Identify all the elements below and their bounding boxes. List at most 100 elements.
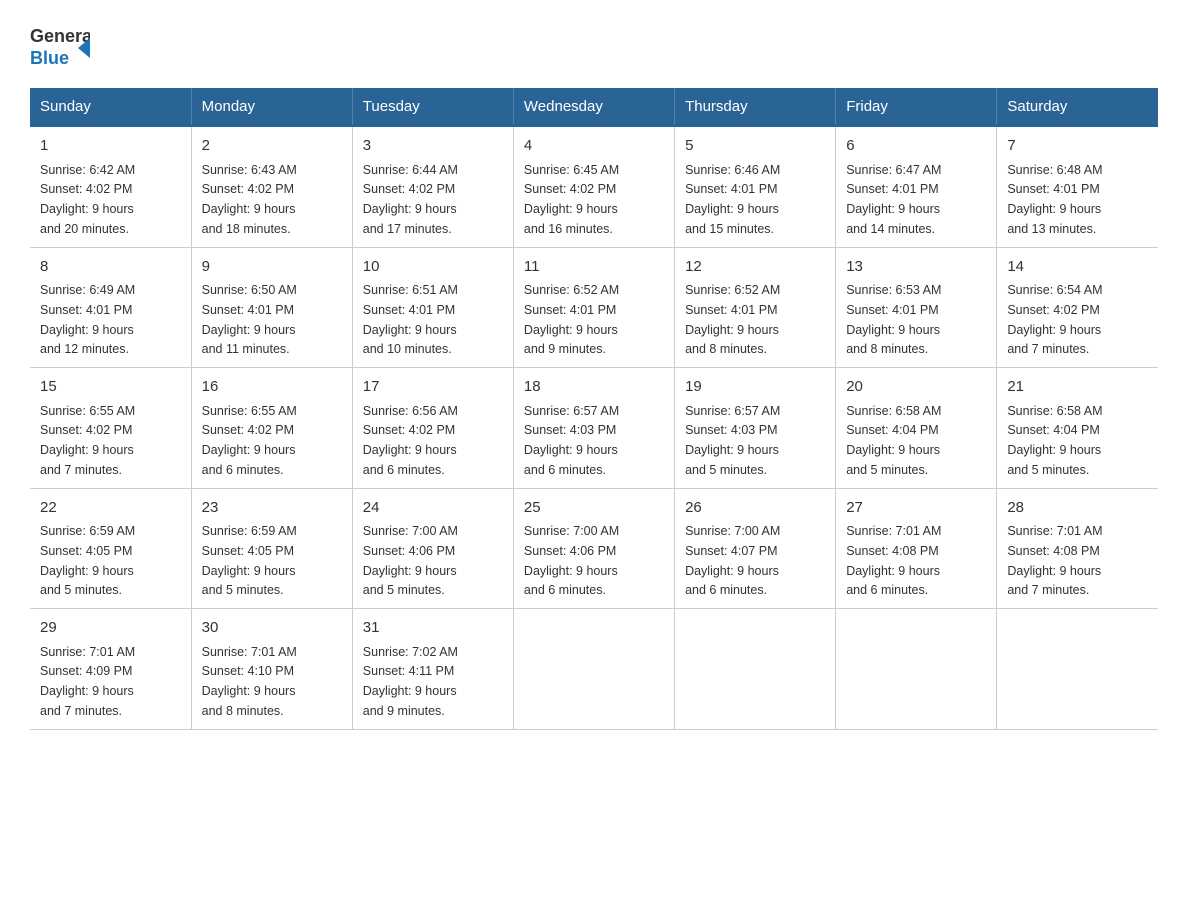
day-info: Sunrise: 7:00 AMSunset: 4:06 PMDaylight:…: [524, 524, 619, 597]
day-info: Sunrise: 6:57 AMSunset: 4:03 PMDaylight:…: [685, 404, 780, 477]
logo-icon: General Blue: [30, 20, 90, 70]
day-number: 20: [846, 376, 986, 399]
day-number: 29: [40, 617, 181, 640]
header-tuesday: Tuesday: [352, 88, 513, 126]
day-info: Sunrise: 7:00 AMSunset: 4:06 PMDaylight:…: [363, 524, 458, 597]
day-info: Sunrise: 6:44 AMSunset: 4:02 PMDaylight:…: [363, 163, 458, 236]
day-info: Sunrise: 6:57 AMSunset: 4:03 PMDaylight:…: [524, 404, 619, 477]
day-number: 28: [1007, 497, 1148, 520]
day-number: 17: [363, 376, 503, 399]
calendar-cell: 4 Sunrise: 6:45 AMSunset: 4:02 PMDaylight…: [513, 126, 674, 247]
calendar-cell: 28Sunrise: 7:01 AMSunset: 4:08 PMDayligh…: [997, 488, 1158, 609]
calendar-cell: 5 Sunrise: 6:46 AMSunset: 4:01 PMDaylight…: [675, 126, 836, 247]
day-info: Sunrise: 7:00 AMSunset: 4:07 PMDaylight:…: [685, 524, 780, 597]
calendar-cell: 16 Sunrise: 6:55 AMSunset: 4:02 PMDayligh…: [191, 368, 352, 489]
day-info: Sunrise: 6:59 AMSunset: 4:05 PMDaylight:…: [202, 524, 297, 597]
calendar-header: SundayMondayTuesdayWednesdayThursdayFrid…: [30, 88, 1158, 126]
day-info: Sunrise: 6:54 AMSunset: 4:02 PMDaylight:…: [1007, 283, 1102, 356]
day-info: Sunrise: 6:43 AMSunset: 4:02 PMDaylight:…: [202, 163, 297, 236]
day-number: 18: [524, 376, 664, 399]
day-info: Sunrise: 7:01 AMSunset: 4:10 PMDaylight:…: [202, 645, 297, 718]
day-number: 7: [1007, 135, 1148, 158]
header-monday: Monday: [191, 88, 352, 126]
calendar-cell: 20 Sunrise: 6:58 AMSunset: 4:04 PMDayligh…: [836, 368, 997, 489]
calendar-cell: 22 Sunrise: 6:59 AMSunset: 4:05 PMDayligh…: [30, 488, 191, 609]
day-number: 3: [363, 135, 503, 158]
calendar-cell: 29 Sunrise: 7:01 AMSunset: 4:09 PMDayligh…: [30, 609, 191, 730]
day-number: 2: [202, 135, 342, 158]
day-info: Sunrise: 6:46 AMSunset: 4:01 PMDaylight:…: [685, 163, 780, 236]
day-info: Sunrise: 6:50 AMSunset: 4:01 PMDaylight:…: [202, 283, 297, 356]
header-wednesday: Wednesday: [513, 88, 674, 126]
calendar-cell: 23 Sunrise: 6:59 AMSunset: 4:05 PMDayligh…: [191, 488, 352, 609]
day-number: 9: [202, 256, 342, 279]
day-number: 22: [40, 497, 181, 520]
calendar-cell: 30 Sunrise: 7:01 AMSunset: 4:10 PMDayligh…: [191, 609, 352, 730]
day-info: Sunrise: 6:42 AMSunset: 4:02 PMDaylight:…: [40, 163, 135, 236]
day-info: Sunrise: 6:59 AMSunset: 4:05 PMDaylight:…: [40, 524, 135, 597]
svg-text:General: General: [30, 26, 90, 46]
day-number: 16: [202, 376, 342, 399]
day-number: 8: [40, 256, 181, 279]
day-info: Sunrise: 6:52 AMSunset: 4:01 PMDaylight:…: [524, 283, 619, 356]
day-number: 4: [524, 135, 664, 158]
week-row-3: 15Sunrise: 6:55 AMSunset: 4:02 PMDayligh…: [30, 368, 1158, 489]
calendar-cell: 25 Sunrise: 7:00 AMSunset: 4:06 PMDayligh…: [513, 488, 674, 609]
header-thursday: Thursday: [675, 88, 836, 126]
header-row: SundayMondayTuesdayWednesdayThursdayFrid…: [30, 88, 1158, 126]
calendar-cell: 21Sunrise: 6:58 AMSunset: 4:04 PMDayligh…: [997, 368, 1158, 489]
week-row-2: 8 Sunrise: 6:49 AMSunset: 4:01 PMDaylight…: [30, 247, 1158, 368]
day-info: Sunrise: 6:52 AMSunset: 4:01 PMDaylight:…: [685, 283, 780, 356]
day-number: 25: [524, 497, 664, 520]
calendar-cell: 18 Sunrise: 6:57 AMSunset: 4:03 PMDayligh…: [513, 368, 674, 489]
calendar-cell: 6 Sunrise: 6:47 AMSunset: 4:01 PMDaylight…: [836, 126, 997, 247]
day-number: 13: [846, 256, 986, 279]
day-number: 6: [846, 135, 986, 158]
calendar-table: SundayMondayTuesdayWednesdayThursdayFrid…: [30, 88, 1158, 730]
week-row-5: 29 Sunrise: 7:01 AMSunset: 4:09 PMDayligh…: [30, 609, 1158, 730]
calendar-cell: 3 Sunrise: 6:44 AMSunset: 4:02 PMDaylight…: [352, 126, 513, 247]
day-number: 30: [202, 617, 342, 640]
calendar-cell: 1 Sunrise: 6:42 AMSunset: 4:02 PMDaylight…: [30, 126, 191, 247]
calendar-cell: 9 Sunrise: 6:50 AMSunset: 4:01 PMDaylight…: [191, 247, 352, 368]
day-info: Sunrise: 7:02 AMSunset: 4:11 PMDaylight:…: [363, 645, 458, 718]
calendar-cell: [836, 609, 997, 730]
day-info: Sunrise: 6:48 AMSunset: 4:01 PMDaylight:…: [1007, 163, 1102, 236]
day-info: Sunrise: 6:58 AMSunset: 4:04 PMDaylight:…: [846, 404, 941, 477]
calendar-cell: 8 Sunrise: 6:49 AMSunset: 4:01 PMDaylight…: [30, 247, 191, 368]
day-number: 12: [685, 256, 825, 279]
day-number: 31: [363, 617, 503, 640]
day-info: Sunrise: 6:55 AMSunset: 4:02 PMDaylight:…: [202, 404, 297, 477]
day-info: Sunrise: 7:01 AMSunset: 4:08 PMDaylight:…: [846, 524, 941, 597]
calendar-cell: 19Sunrise: 6:57 AMSunset: 4:03 PMDayligh…: [675, 368, 836, 489]
day-number: 5: [685, 135, 825, 158]
day-info: Sunrise: 7:01 AMSunset: 4:09 PMDaylight:…: [40, 645, 135, 718]
calendar-cell: 2 Sunrise: 6:43 AMSunset: 4:02 PMDaylight…: [191, 126, 352, 247]
calendar-cell: 15Sunrise: 6:55 AMSunset: 4:02 PMDayligh…: [30, 368, 191, 489]
day-number: 21: [1007, 376, 1148, 399]
day-number: 27: [846, 497, 986, 520]
day-info: Sunrise: 6:45 AMSunset: 4:02 PMDaylight:…: [524, 163, 619, 236]
day-info: Sunrise: 6:53 AMSunset: 4:01 PMDaylight:…: [846, 283, 941, 356]
week-row-1: 1 Sunrise: 6:42 AMSunset: 4:02 PMDaylight…: [30, 126, 1158, 247]
day-number: 24: [363, 497, 503, 520]
day-number: 10: [363, 256, 503, 279]
logo: General Blue: [30, 20, 90, 70]
calendar-cell: 31 Sunrise: 7:02 AMSunset: 4:11 PMDayligh…: [352, 609, 513, 730]
calendar-cell: 11Sunrise: 6:52 AMSunset: 4:01 PMDayligh…: [513, 247, 674, 368]
svg-text:Blue: Blue: [30, 48, 69, 68]
page-header: General Blue: [30, 20, 1158, 70]
day-info: Sunrise: 6:47 AMSunset: 4:01 PMDaylight:…: [846, 163, 941, 236]
calendar-cell: 14 Sunrise: 6:54 AMSunset: 4:02 PMDayligh…: [997, 247, 1158, 368]
header-sunday: Sunday: [30, 88, 191, 126]
day-number: 1: [40, 135, 181, 158]
calendar-cell: 13 Sunrise: 6:53 AMSunset: 4:01 PMDayligh…: [836, 247, 997, 368]
day-number: 14: [1007, 256, 1148, 279]
calendar-cell: 17 Sunrise: 6:56 AMSunset: 4:02 PMDayligh…: [352, 368, 513, 489]
day-number: 26: [685, 497, 825, 520]
day-info: Sunrise: 6:49 AMSunset: 4:01 PMDaylight:…: [40, 283, 135, 356]
day-info: Sunrise: 6:56 AMSunset: 4:02 PMDaylight:…: [363, 404, 458, 477]
day-number: 23: [202, 497, 342, 520]
header-friday: Friday: [836, 88, 997, 126]
header-saturday: Saturday: [997, 88, 1158, 126]
